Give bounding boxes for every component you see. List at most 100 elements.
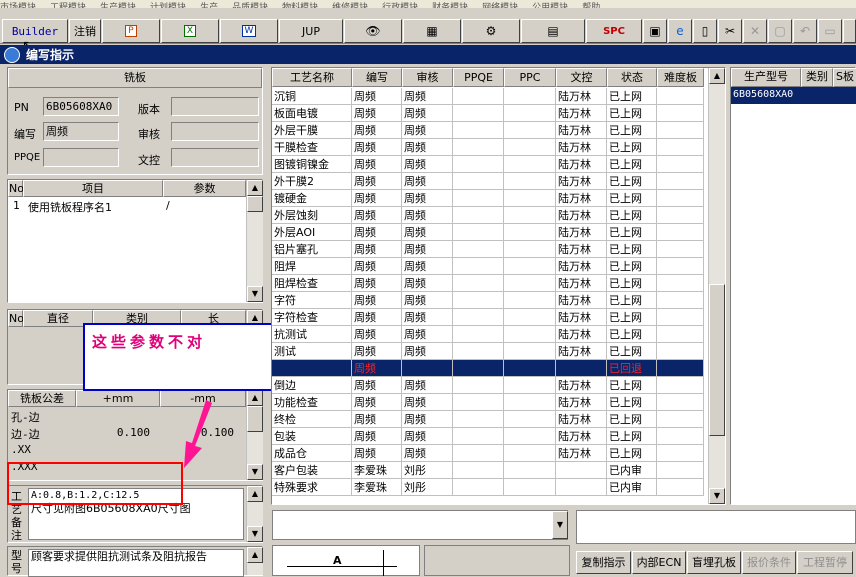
ppqe-field[interactable] bbox=[43, 148, 119, 167]
table-row[interactable]: 成品仓 周频 周频 陆万林 已上网 bbox=[272, 444, 704, 462]
scroll-thumb[interactable] bbox=[247, 196, 263, 212]
review-field[interactable] bbox=[171, 122, 259, 141]
excel-button[interactable]: X bbox=[161, 19, 219, 43]
table-row[interactable]: 干膜检查 周频 周频 陆万林 已上网 bbox=[272, 138, 704, 156]
process-cell-name: 板面电镀 bbox=[272, 104, 352, 122]
table-row[interactable]: 图镀铜镍金 周频 周频 陆万林 已上网 bbox=[272, 155, 704, 173]
scroll-down-icon[interactable]: ▼ bbox=[247, 526, 263, 542]
table-row[interactable]: 倒边 周频 周频 陆万林 已上网 bbox=[272, 376, 704, 394]
table-row[interactable]: 外干膜2 周频 周频 陆万林 已上网 bbox=[272, 172, 704, 190]
scroll-down-icon[interactable]: ▼ bbox=[247, 286, 263, 302]
delete-button[interactable]: ✕ bbox=[743, 19, 767, 43]
control-field[interactable] bbox=[171, 148, 259, 167]
tolerance-cell-plus[interactable]: 0.100 bbox=[78, 426, 150, 439]
table-row[interactable]: 阻焊检查 周频 周频 陆万林 已上网 bbox=[272, 274, 704, 292]
table-row[interactable]: 特殊要求 李爱珠 刘彤 已内审 bbox=[272, 478, 704, 496]
model-text-area[interactable]: 顾客要求提供阻抗测试条及阻抗报告 bbox=[28, 549, 244, 577]
scroll-up-icon[interactable]: ▲ bbox=[709, 68, 725, 84]
save-button[interactable]: ▢ bbox=[768, 19, 792, 43]
tools-button[interactable]: ⚙ bbox=[462, 19, 520, 43]
table-row[interactable]: 功能检查 周频 周频 陆万林 已上网 bbox=[272, 393, 704, 411]
undo-button[interactable]: ↶ bbox=[793, 19, 817, 43]
process-header-difficulty[interactable]: 难度板 bbox=[657, 68, 704, 87]
table-row[interactable]: 抗测试 周频 周频 陆万林 已上网 bbox=[272, 325, 704, 343]
more-button[interactable] bbox=[843, 19, 856, 43]
scroll-down-icon[interactable]: ▼ bbox=[247, 464, 263, 480]
ie-button[interactable]: e bbox=[668, 19, 692, 43]
cancel-button[interactable]: 注销 bbox=[69, 19, 101, 43]
process-cell-ppc bbox=[503, 206, 556, 224]
pn-label: PN bbox=[14, 101, 29, 114]
table-row[interactable]: 铝片塞孔 周频 周频 陆万林 已上网 bbox=[272, 240, 704, 258]
chart-button[interactable]: ▤ bbox=[521, 19, 585, 43]
combo-dropdown-icon[interactable]: ▼ bbox=[552, 511, 568, 539]
process-cell-ppqe bbox=[452, 376, 504, 394]
process-header-control[interactable]: 文控 bbox=[556, 68, 607, 87]
spc-button[interactable]: SPC bbox=[586, 19, 642, 43]
powerpoint-button[interactable]: P bbox=[102, 19, 160, 43]
builder-button[interactable]: Builder bbox=[2, 19, 68, 43]
craft-scrollbar[interactable]: ▲ ▼ bbox=[246, 486, 263, 542]
process-cell-review: 周频 bbox=[401, 138, 453, 156]
copy-instruction-button[interactable]: 复制指示 bbox=[576, 551, 631, 574]
table-row[interactable]: 外层AOI 周频 周频 陆万林 已上网 bbox=[272, 223, 704, 241]
pn-field[interactable]: 6B05608XA0 bbox=[43, 97, 119, 116]
scroll-up-icon[interactable]: ▲ bbox=[247, 390, 263, 406]
table-row[interactable]: 包装 周频 周频 陆万林 已上网 bbox=[272, 427, 704, 445]
model-row-selected[interactable]: 6B05608XA0 bbox=[731, 87, 856, 104]
process-cell-status: 已内审 bbox=[606, 461, 657, 479]
tolerance-scrollbar[interactable]: ▲ ▼ bbox=[246, 390, 263, 480]
scroll-down-icon[interactable]: ▼ bbox=[709, 488, 725, 504]
scroll-up-icon[interactable]: ▲ bbox=[247, 547, 263, 563]
scroll-thumb[interactable] bbox=[247, 406, 263, 432]
process-cell-status: 已上网 bbox=[606, 427, 657, 445]
process-header-review[interactable]: 审核 bbox=[402, 68, 453, 87]
table-row[interactable]: 阻焊 周频 周频 陆万林 已上网 bbox=[272, 257, 704, 275]
cut-button[interactable]: ✂ bbox=[718, 19, 742, 43]
scroll-up-icon[interactable]: ▲ bbox=[247, 180, 263, 196]
model-scrollbar[interactable]: ▲ bbox=[246, 547, 263, 575]
quote-condition-button[interactable]: 报价条件 bbox=[742, 551, 796, 574]
table-row[interactable]: 字符 周频 周频 陆万林 已上网 bbox=[272, 291, 704, 309]
scroll-thumb[interactable] bbox=[709, 284, 725, 436]
instruction-combo[interactable] bbox=[272, 510, 568, 540]
remark-box[interactable] bbox=[576, 510, 856, 544]
process-cell-ppc bbox=[503, 444, 556, 462]
process-cell-ppqe bbox=[452, 410, 504, 428]
print-button[interactable]: ▭ bbox=[818, 19, 842, 43]
project-pause-button[interactable]: 工程暂停 bbox=[797, 551, 853, 574]
process-cell-difficulty bbox=[656, 410, 704, 428]
table-row[interactable]: 外层蚀刻 周频 周频 陆万林 已上网 bbox=[272, 206, 704, 224]
table-row[interactable]: 周频 已回退 bbox=[272, 359, 704, 377]
table-row[interactable]: 镀硬金 周频 周频 陆万林 已上网 bbox=[272, 189, 704, 207]
save-as-button[interactable]: ▣ bbox=[643, 19, 667, 43]
view-button[interactable]: 👁 bbox=[344, 19, 402, 43]
blind-hole-board-button[interactable]: 盲埋孔板 bbox=[687, 551, 741, 574]
author-field[interactable]: 周频 bbox=[43, 122, 119, 141]
process-header-ppqe[interactable]: PPQE bbox=[453, 68, 504, 87]
database-button[interactable]: ▦ bbox=[403, 19, 461, 43]
table-row[interactable]: 沉铜 周频 周频 陆万林 已上网 bbox=[272, 88, 704, 105]
new-button[interactable]: ▯ bbox=[693, 19, 717, 43]
items-header-no: No bbox=[8, 180, 24, 197]
table-row[interactable]: 板面电镀 周频 周频 陆万林 已上网 bbox=[272, 104, 704, 122]
table-row[interactable]: 终检 周频 周频 陆万林 已上网 bbox=[272, 410, 704, 428]
scroll-up-icon[interactable]: ▲ bbox=[247, 486, 263, 502]
internal-ecn-button[interactable]: 内部ECN bbox=[632, 551, 686, 574]
process-header-name[interactable]: 工艺名称 bbox=[272, 68, 352, 87]
jup-button[interactable]: JUP bbox=[279, 19, 343, 43]
process-header-author[interactable]: 编写 bbox=[352, 68, 402, 87]
table-row[interactable]: 字符检查 周频 周频 陆万林 已上网 bbox=[272, 308, 704, 326]
process-header-status[interactable]: 状态 bbox=[607, 68, 657, 87]
table-row[interactable]: 测试 周频 周频 陆万林 已上网 bbox=[272, 342, 704, 360]
table-row[interactable]: 客户包装 李爱珠 刘彤 已内审 bbox=[272, 461, 704, 479]
items-row-item[interactable]: 使用铣板程序名1 bbox=[28, 199, 112, 215]
items-row-param[interactable]: / bbox=[166, 199, 170, 212]
word-button[interactable]: W bbox=[220, 19, 278, 43]
version-field[interactable] bbox=[171, 97, 259, 116]
process-cell-review: 周频 bbox=[401, 257, 453, 275]
process-scrollbar[interactable]: ▲ ▼ bbox=[708, 68, 725, 504]
table-row[interactable]: 外层干膜 周频 周频 陆万林 已上网 bbox=[272, 121, 704, 139]
process-header-ppc[interactable]: PPC bbox=[504, 68, 556, 87]
items-scrollbar[interactable]: ▲ ▼ bbox=[246, 180, 263, 302]
